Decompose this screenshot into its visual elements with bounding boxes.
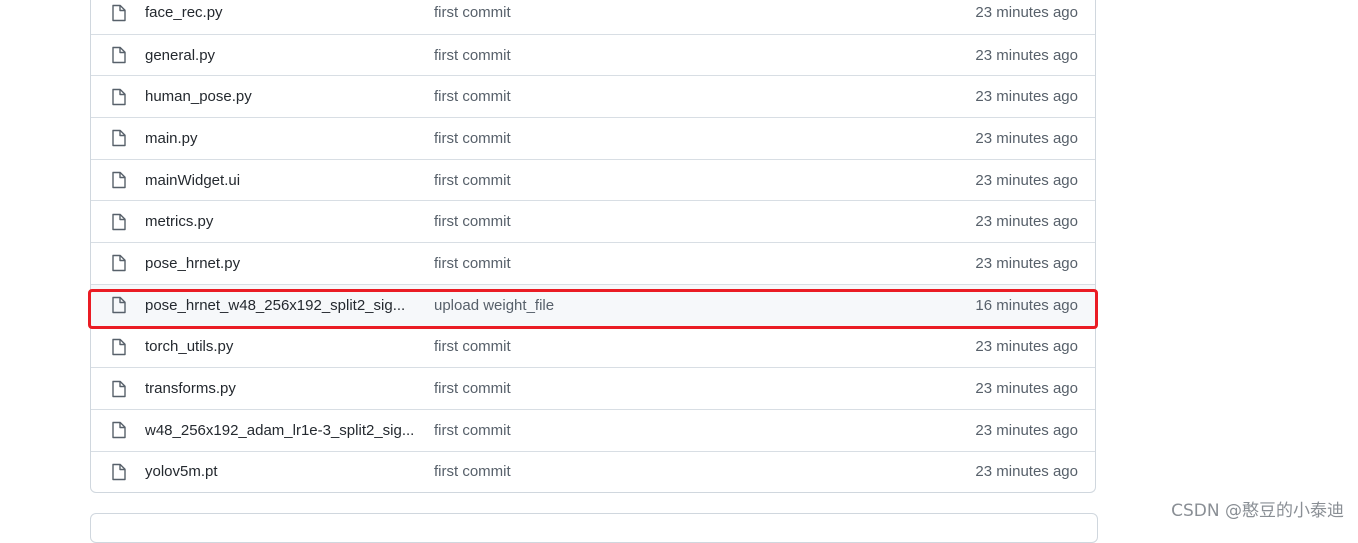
table-row[interactable]: general.py first commit 23 minutes ago — [91, 34, 1095, 76]
commit-age: 23 minutes ago — [975, 422, 1078, 439]
file-name-link[interactable]: yolov5m.pt — [145, 463, 417, 480]
table-row[interactable]: torch_utils.py first commit 23 minutes a… — [91, 326, 1095, 368]
table-row[interactable]: face_rec.py first commit 23 minutes ago — [91, 0, 1095, 34]
file-icon — [111, 421, 127, 439]
table-row[interactable]: metrics.py first commit 23 minutes ago — [91, 200, 1095, 242]
csdn-watermark: CSDN @憨豆的小泰迪 — [1171, 496, 1344, 521]
next-section-box — [90, 513, 1098, 543]
commit-age: 23 minutes ago — [975, 88, 1078, 105]
file-icon — [111, 296, 127, 314]
file-name-link[interactable]: face_rec.py — [145, 4, 417, 21]
file-icon — [111, 129, 127, 147]
file-name-link[interactable]: general.py — [145, 47, 417, 64]
file-name-link[interactable]: torch_utils.py — [145, 338, 417, 355]
commit-message-link[interactable]: first commit — [434, 338, 511, 355]
file-name-link[interactable]: transforms.py — [145, 380, 417, 397]
commit-age: 23 minutes ago — [975, 338, 1078, 355]
file-name-link[interactable]: w48_256x192_adam_lr1e-3_split2_sig... — [145, 422, 417, 439]
commit-age: 23 minutes ago — [975, 172, 1078, 189]
table-row[interactable]: transforms.py first commit 23 minutes ag… — [91, 367, 1095, 409]
table-row[interactable]: main.py first commit 23 minutes ago — [91, 117, 1095, 159]
commit-age: 23 minutes ago — [975, 4, 1078, 21]
file-icon — [111, 213, 127, 231]
commit-age: 23 minutes ago — [975, 213, 1078, 230]
table-row[interactable]: yolov5m.pt first commit 23 minutes ago — [91, 451, 1095, 493]
commit-age: 23 minutes ago — [975, 255, 1078, 272]
table-row[interactable]: pose_hrnet.py first commit 23 minutes ag… — [91, 242, 1095, 284]
file-icon — [111, 254, 127, 272]
commit-age: 23 minutes ago — [975, 47, 1078, 64]
file-name-link[interactable]: mainWidget.ui — [145, 172, 417, 189]
commit-age: 23 minutes ago — [975, 130, 1078, 147]
commit-message-link[interactable]: first commit — [434, 422, 511, 439]
file-list-table: face_rec.py first commit 23 minutes ago … — [90, 0, 1096, 493]
file-name-link[interactable]: main.py — [145, 130, 417, 147]
commit-age: 23 minutes ago — [975, 380, 1078, 397]
commit-age: 23 minutes ago — [975, 463, 1078, 480]
commit-message-link[interactable]: upload weight_file — [434, 297, 554, 314]
commit-message-link[interactable]: first commit — [434, 255, 511, 272]
commit-message-link[interactable]: first commit — [434, 380, 511, 397]
file-icon — [111, 380, 127, 398]
table-row[interactable]: mainWidget.ui first commit 23 minutes ag… — [91, 159, 1095, 201]
commit-age: 16 minutes ago — [975, 297, 1078, 314]
file-icon — [111, 46, 127, 64]
file-icon — [111, 171, 127, 189]
commit-message-link[interactable]: first commit — [434, 172, 511, 189]
file-icon — [111, 338, 127, 356]
table-row[interactable]: human_pose.py first commit 23 minutes ag… — [91, 75, 1095, 117]
file-name-link[interactable]: pose_hrnet_w48_256x192_split2_sig... — [145, 297, 417, 314]
commit-message-link[interactable]: first commit — [434, 88, 511, 105]
commit-message-link[interactable]: first commit — [434, 4, 511, 21]
file-icon — [111, 463, 127, 481]
table-row-highlighted[interactable]: pose_hrnet_w48_256x192_split2_sig... upl… — [91, 284, 1095, 326]
file-name-link[interactable]: human_pose.py — [145, 88, 417, 105]
file-name-link[interactable]: metrics.py — [145, 213, 417, 230]
commit-message-link[interactable]: first commit — [434, 47, 511, 64]
file-icon — [111, 88, 127, 106]
file-name-link[interactable]: pose_hrnet.py — [145, 255, 417, 272]
commit-message-link[interactable]: first commit — [434, 130, 511, 147]
table-row[interactable]: w48_256x192_adam_lr1e-3_split2_sig... fi… — [91, 409, 1095, 451]
file-icon — [111, 4, 127, 22]
commit-message-link[interactable]: first commit — [434, 213, 511, 230]
commit-message-link[interactable]: first commit — [434, 463, 511, 480]
